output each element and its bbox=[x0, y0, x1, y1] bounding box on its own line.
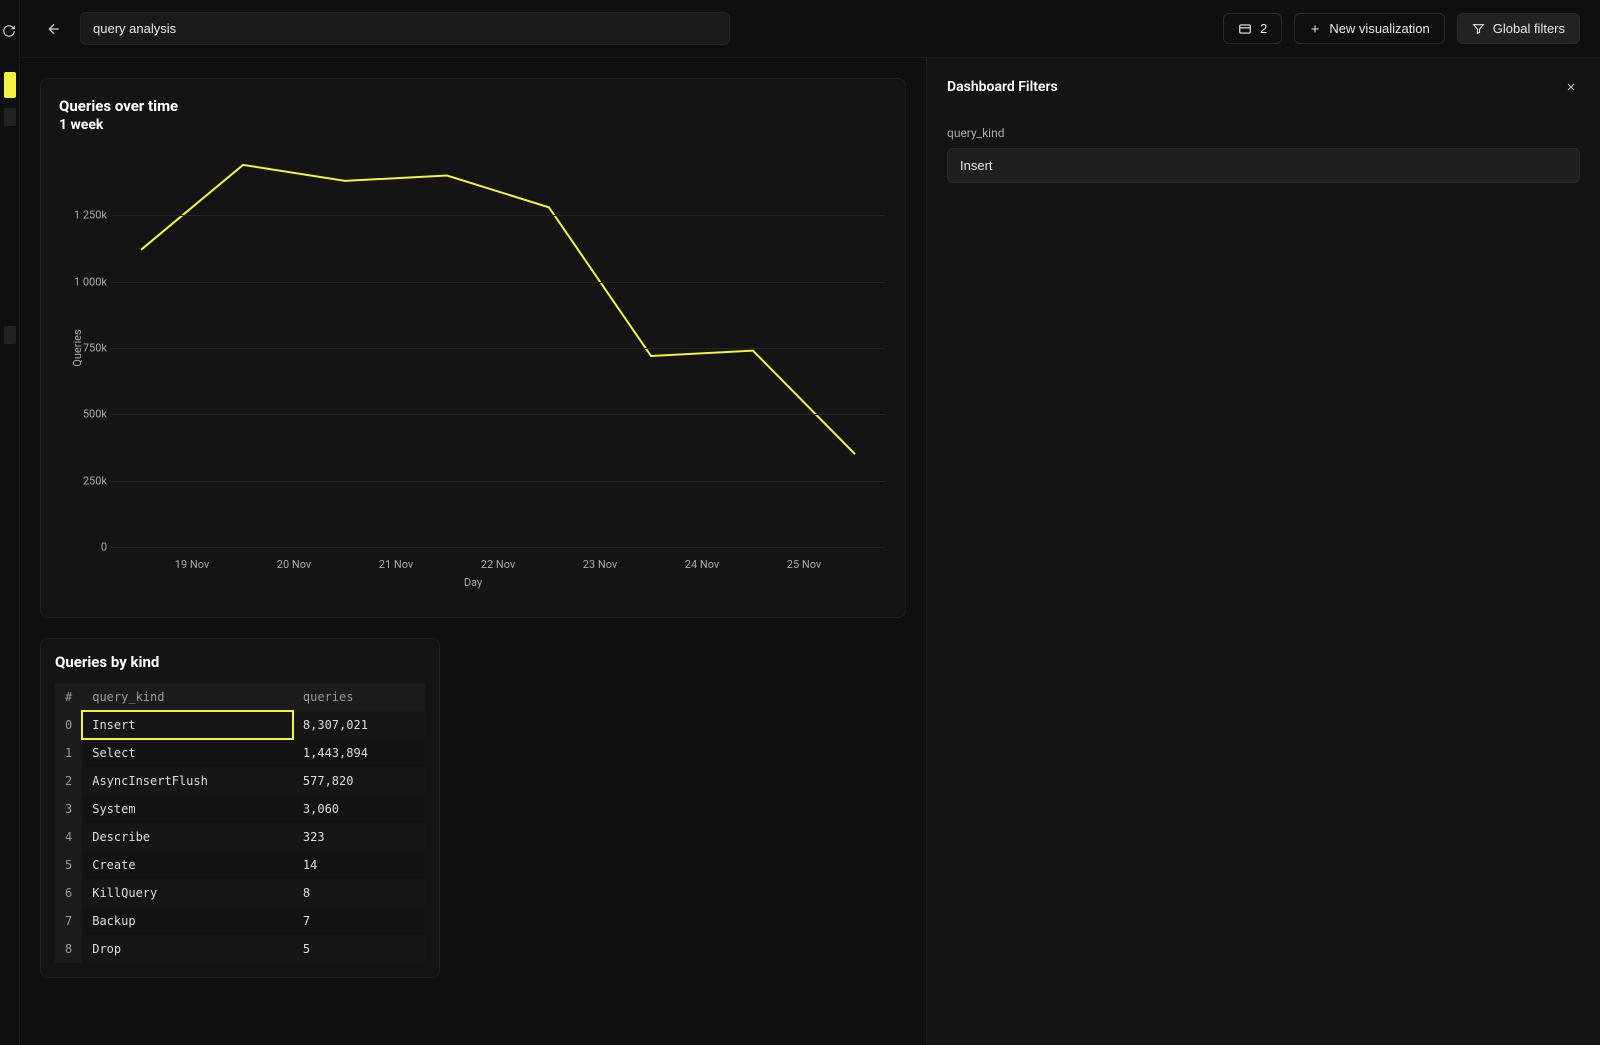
col-index: # bbox=[55, 683, 82, 711]
row-kind: AsyncInsertFlush bbox=[82, 767, 293, 795]
row-queries: 14 bbox=[293, 851, 425, 879]
col-queries: queries bbox=[293, 683, 425, 711]
table-row[interactable]: 4Describe323 bbox=[55, 823, 425, 851]
rail-tab[interactable] bbox=[4, 326, 16, 344]
new-visualization-button[interactable]: New visualization bbox=[1294, 13, 1444, 44]
row-queries: 7 bbox=[293, 907, 425, 935]
x-tick-label: 23 Nov bbox=[583, 558, 617, 571]
table-row[interactable]: 6KillQuery8 bbox=[55, 879, 425, 907]
row-index: 6 bbox=[55, 879, 82, 907]
new-viz-label: New visualization bbox=[1329, 21, 1429, 36]
row-kind: Select bbox=[82, 739, 293, 767]
topbar: 2 New visualization Global filters bbox=[20, 0, 1600, 58]
plus-icon bbox=[1309, 23, 1321, 35]
count-badge-value: 2 bbox=[1260, 21, 1267, 36]
table-row[interactable]: 2AsyncInsertFlush577,820 bbox=[55, 767, 425, 795]
dashboard-area: Queries over time 1 week Queries Day 025… bbox=[20, 58, 926, 1045]
chart-title: Queries over time bbox=[59, 97, 887, 115]
row-queries: 323 bbox=[293, 823, 425, 851]
filter-icon bbox=[1472, 22, 1485, 35]
global-filters-label: Global filters bbox=[1493, 21, 1565, 36]
table-row[interactable]: 3System3,060 bbox=[55, 795, 425, 823]
y-tick-label: 750k bbox=[61, 342, 107, 355]
row-index: 1 bbox=[55, 739, 82, 767]
filter-label: query_kind bbox=[947, 126, 1580, 140]
x-tick-label: 19 Nov bbox=[175, 558, 209, 571]
refresh-icon[interactable] bbox=[2, 24, 16, 38]
chart-subtitle: 1 week bbox=[59, 117, 887, 133]
row-index: 2 bbox=[55, 767, 82, 795]
y-tick-label: 250k bbox=[61, 474, 107, 487]
row-queries: 3,060 bbox=[293, 795, 425, 823]
dashboard-title-input[interactable] bbox=[80, 12, 730, 45]
row-kind: Insert bbox=[82, 711, 293, 739]
row-queries: 5 bbox=[293, 935, 425, 963]
table-row[interactable]: 8Drop5 bbox=[55, 935, 425, 963]
x-tick-label: 21 Nov bbox=[379, 558, 413, 571]
table-panel[interactable]: Queries by kind # query_kind queries 0In… bbox=[40, 638, 440, 978]
row-kind: System bbox=[82, 795, 293, 823]
x-tick-label: 24 Nov bbox=[685, 558, 719, 571]
table-title: Queries by kind bbox=[55, 653, 425, 671]
rail-active-tab[interactable] bbox=[4, 72, 16, 98]
row-queries: 8,307,021 bbox=[293, 711, 425, 739]
row-kind: Drop bbox=[82, 935, 293, 963]
filter-value-input[interactable] bbox=[947, 148, 1580, 183]
filters-sidebar: Dashboard Filters query_kind bbox=[926, 58, 1600, 1045]
table-row[interactable]: 7Backup7 bbox=[55, 907, 425, 935]
y-tick-label: 1 000k bbox=[61, 275, 107, 288]
row-kind: Create bbox=[82, 851, 293, 879]
x-tick-label: 20 Nov bbox=[277, 558, 311, 571]
row-index: 7 bbox=[55, 907, 82, 935]
close-icon bbox=[1565, 81, 1577, 93]
table-row[interactable]: 1Select1,443,894 bbox=[55, 739, 425, 767]
table-row[interactable]: 0Insert8,307,021 bbox=[55, 711, 425, 739]
back-button[interactable] bbox=[40, 15, 68, 43]
queries-table: # query_kind queries 0Insert8,307,0211Se… bbox=[55, 683, 425, 963]
y-tick-label: 500k bbox=[61, 408, 107, 421]
chart-panel[interactable]: Queries over time 1 week Queries Day 025… bbox=[40, 78, 906, 618]
row-queries: 1,443,894 bbox=[293, 739, 425, 767]
table-row[interactable]: 5Create14 bbox=[55, 851, 425, 879]
sidebar-title: Dashboard Filters bbox=[947, 79, 1058, 95]
chart-line bbox=[141, 165, 855, 454]
chart-plot-area: 0250k500k750k1 000k1 250k19 Nov20 Nov21 … bbox=[111, 149, 885, 547]
global-filters-button[interactable]: Global filters bbox=[1457, 13, 1580, 44]
y-tick-label: 0 bbox=[61, 541, 107, 554]
col-kind: query_kind bbox=[82, 683, 293, 711]
rail-tab[interactable] bbox=[4, 108, 16, 126]
y-tick-label: 1 250k bbox=[61, 209, 107, 222]
row-kind: Backup bbox=[82, 907, 293, 935]
row-queries: 577,820 bbox=[293, 767, 425, 795]
x-axis-label: Day bbox=[464, 576, 482, 589]
left-rail bbox=[0, 0, 20, 1045]
x-tick-label: 25 Nov bbox=[787, 558, 821, 571]
count-badge-button[interactable]: 2 bbox=[1223, 13, 1282, 44]
row-kind: KillQuery bbox=[82, 879, 293, 907]
close-button[interactable] bbox=[1562, 78, 1580, 96]
x-tick-label: 22 Nov bbox=[481, 558, 515, 571]
row-kind: Describe bbox=[82, 823, 293, 851]
panel-icon bbox=[1238, 22, 1252, 36]
row-index: 8 bbox=[55, 935, 82, 963]
row-index: 4 bbox=[55, 823, 82, 851]
row-index: 3 bbox=[55, 795, 82, 823]
row-queries: 8 bbox=[293, 879, 425, 907]
row-index: 0 bbox=[55, 711, 82, 739]
row-index: 5 bbox=[55, 851, 82, 879]
